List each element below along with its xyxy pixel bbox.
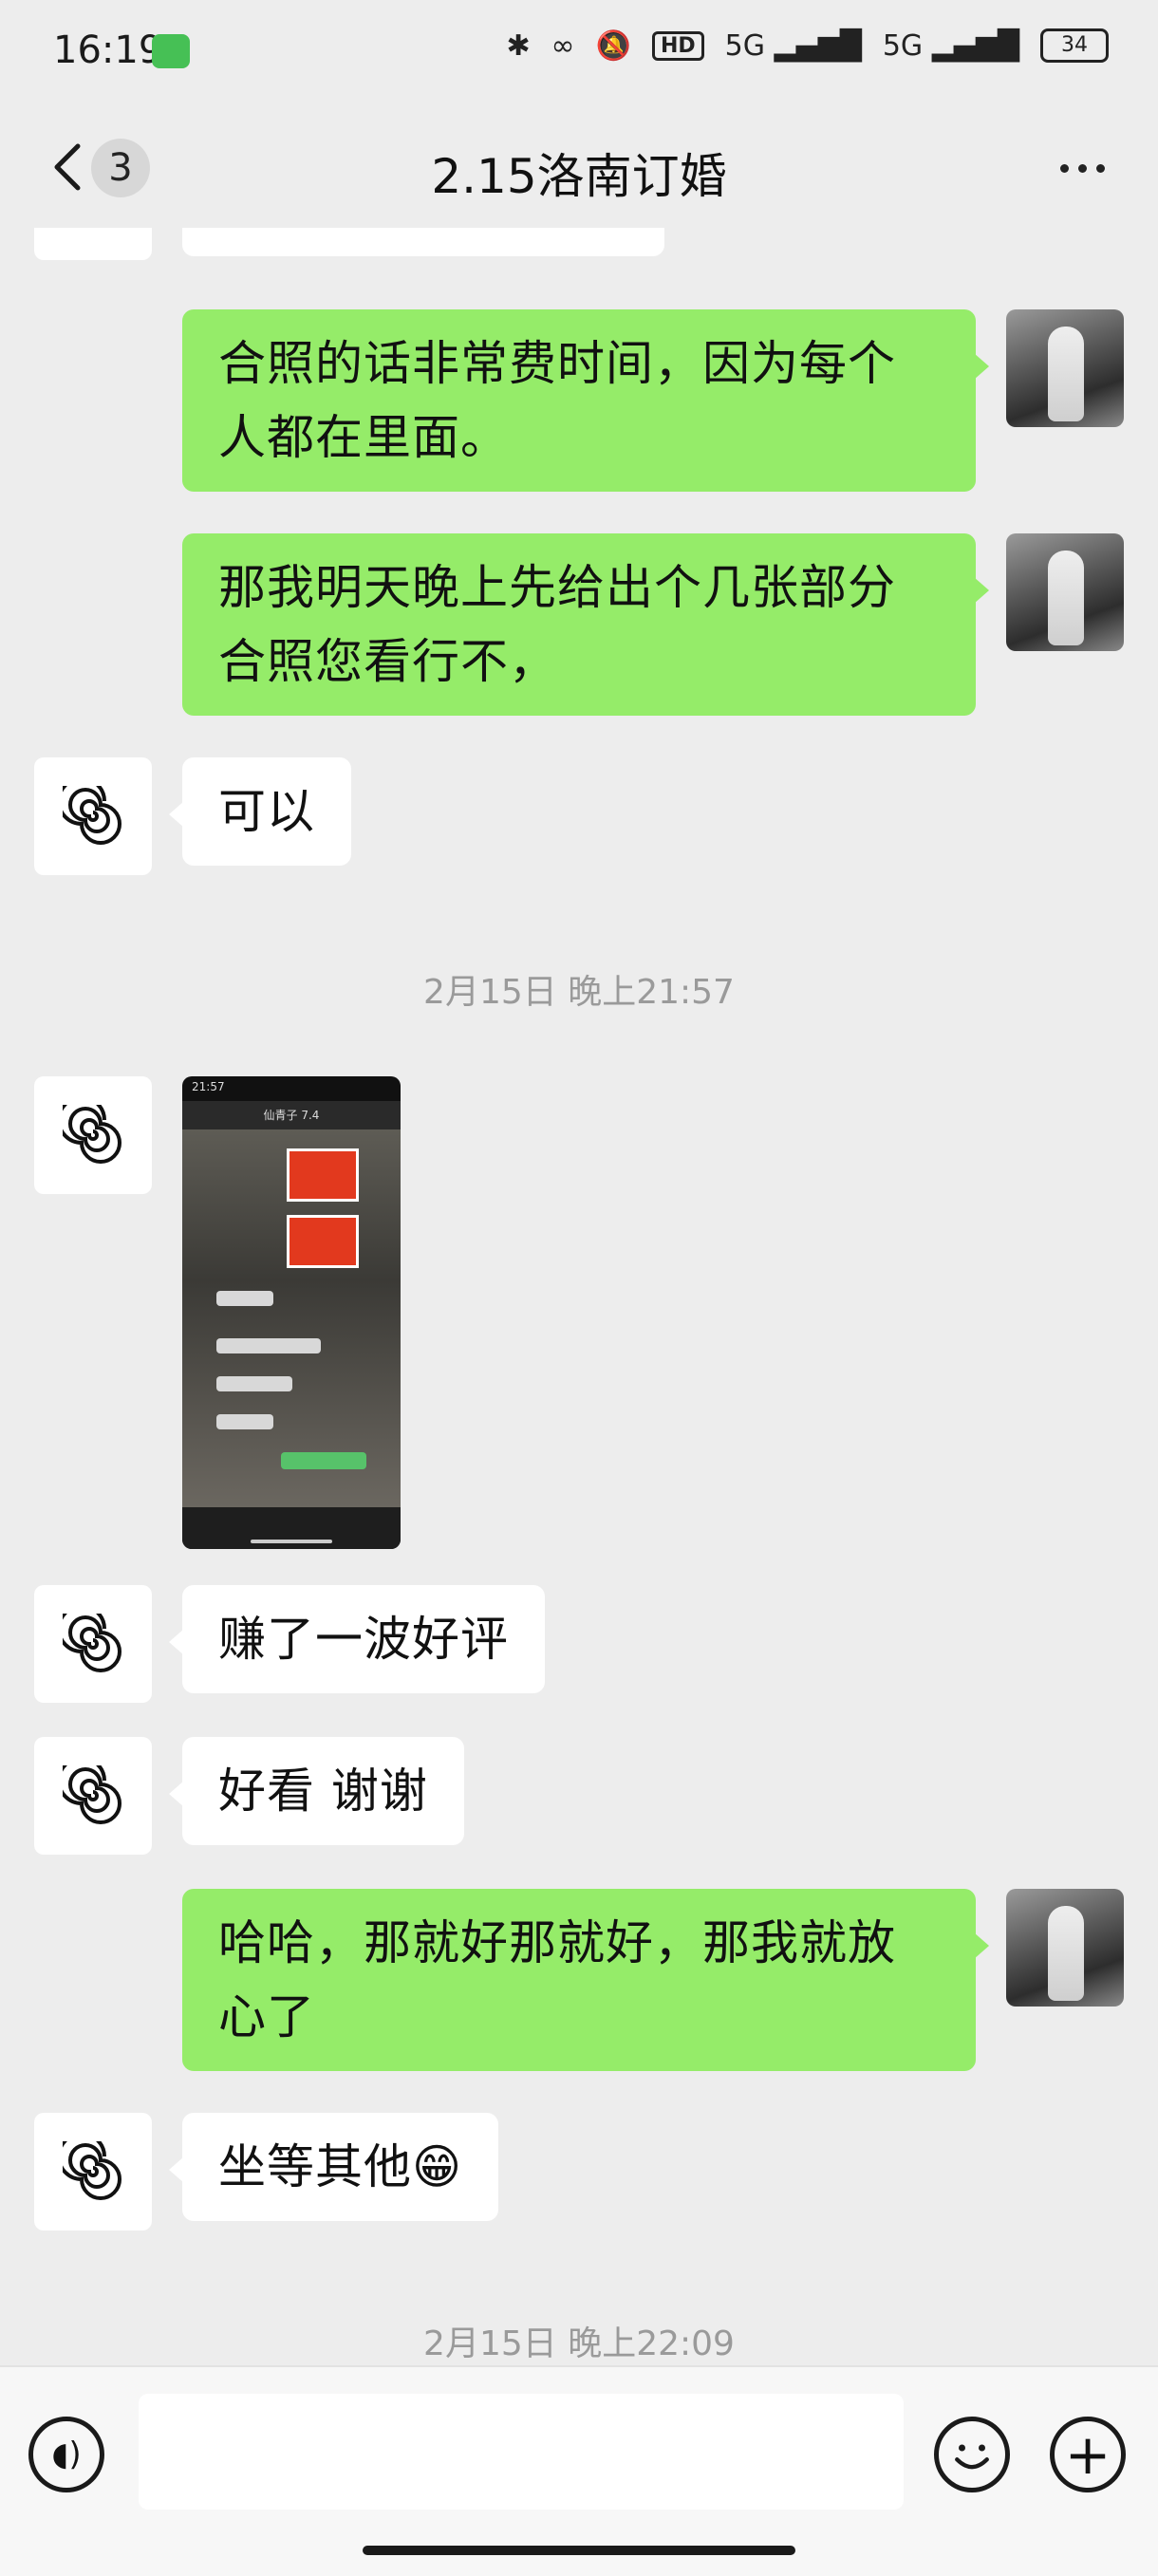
message-input[interactable] [139, 2394, 904, 2510]
status-icons: ✱ ∞ 🔕 HD 5G ▂▄▆█ 5G ▂▄▆█ 34 [506, 28, 1109, 63]
contact-avatar[interactable] [34, 228, 152, 260]
message-bubble-other[interactable]: 可以 [169, 757, 351, 866]
user-avatar[interactable] [1006, 1889, 1124, 2007]
thumbnail-body [182, 1129, 401, 1507]
message-bubble-self[interactable]: 合照的话非常费时间，因为每个人都在里面。 [182, 309, 989, 492]
bluetooth-icon: ✱ [506, 28, 531, 63]
message-timestamp: 2月15日 晚上22:09 [423, 2324, 735, 2363]
message-bubble-self[interactable]: 哈哈，那就好那就好，那我就放心了 [182, 1889, 989, 2071]
contact-avatar[interactable] [34, 1076, 152, 1194]
image-message-thumbnail[interactable]: 21:57 仙青子 7.4 [182, 1076, 401, 1549]
hd-badge: HD [651, 30, 704, 61]
message-bubble-other[interactable]: 坐等其他😁 [168, 2113, 499, 2221]
thumbnail-status-time: 21:57 [192, 1080, 225, 1093]
spiral-avatar-icon [63, 1765, 121, 1824]
spiral-avatar-icon [63, 1105, 121, 1164]
spiral-avatar-icon [63, 2141, 121, 2200]
status-bar: 16:19 ✱ ∞ 🔕 HD 5G ▂▄▆█ 5G ▂▄▆█ 34 [0, 0, 1158, 104]
spiral-avatar-icon [63, 1614, 121, 1672]
chat-title: 2.15洛南订婚 [431, 149, 727, 204]
message-bubble-cut [182, 228, 664, 256]
signal-5g-icon-2: 5G ▂▄▆█ [882, 28, 1019, 63]
back-arrow-icon[interactable] [42, 139, 99, 196]
message-timestamp: 2月15日 晚上21:57 [423, 973, 735, 1012]
input-bar: ◖) + [0, 2365, 1158, 2576]
link-icon: ∞ [551, 28, 575, 63]
mute-icon: 🔕 [595, 28, 631, 63]
home-indicator [363, 2546, 795, 2555]
spiral-avatar-icon [63, 786, 121, 845]
user-avatar[interactable] [1006, 533, 1124, 651]
more-options-icon[interactable] [1044, 144, 1120, 192]
signal-5g-icon: 5G ▂▄▆█ [724, 28, 862, 63]
status-time: 16:19 [53, 28, 163, 72]
message-bubble-other[interactable]: 好看 谢谢 [169, 1737, 464, 1845]
plus-icon[interactable]: + [1050, 2417, 1126, 2492]
chat-header: 3 2.15洛南订婚 [0, 104, 1158, 228]
message-bubble-self[interactable]: 那我明天晚上先给出个几张部分合照您看行不， [182, 533, 989, 716]
thumbnail-chat-title: 仙青子 7.4 [182, 1101, 401, 1129]
contact-avatar[interactable] [34, 1737, 152, 1855]
voice-input-icon[interactable]: ◖) [28, 2417, 104, 2492]
contact-avatar[interactable] [34, 2113, 152, 2231]
message-list[interactable]: 合照的话非常费时间，因为每个人都在里面。 那我明天晚上先给出个几张部分合照您看行… [0, 228, 1158, 2365]
emoji-icon[interactable] [934, 2417, 1010, 2492]
contact-avatar[interactable] [34, 1585, 152, 1703]
contact-avatar[interactable] [34, 757, 152, 875]
message-bubble-other[interactable]: 赚了一波好评 [169, 1585, 545, 1693]
battery-icon: 34 [1040, 28, 1109, 63]
unread-count-badge[interactable]: 3 [91, 139, 150, 197]
user-avatar[interactable] [1006, 309, 1124, 427]
android-notification-icon [152, 34, 190, 68]
